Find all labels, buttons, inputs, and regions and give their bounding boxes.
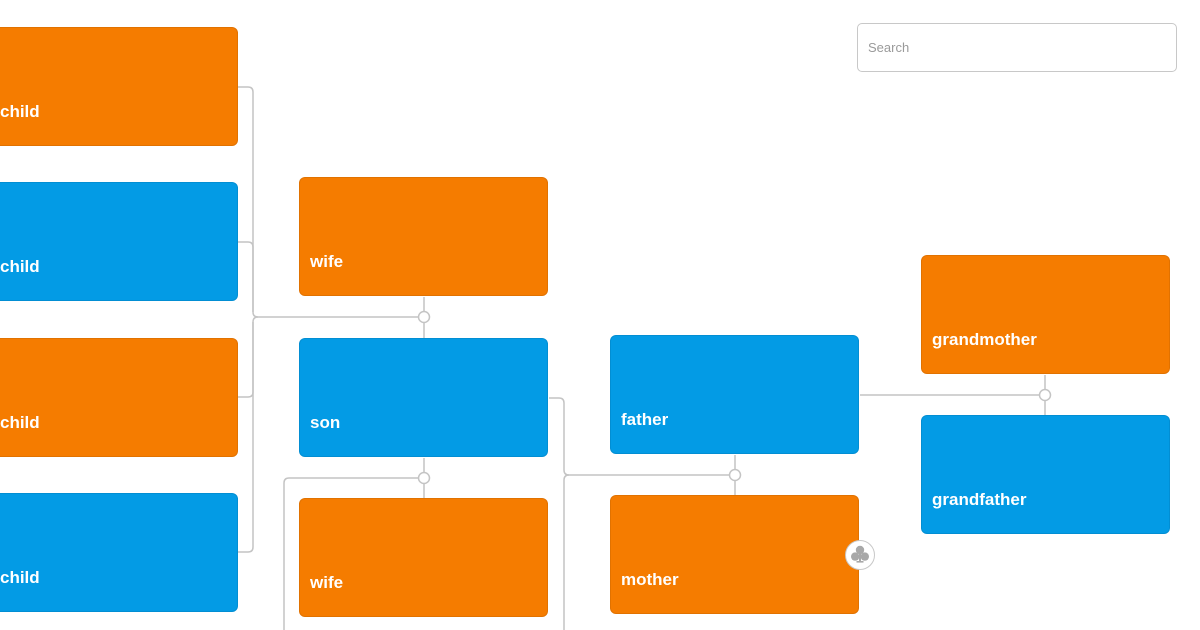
node-label: son [310,413,341,432]
node-grandmother[interactable]: grandmother [921,255,1170,374]
link-child3 [238,316,259,398]
node-label: wife [310,252,344,271]
node-wife-2[interactable]: wife [299,498,548,617]
node-wife-1[interactable]: wife [299,177,548,296]
link-child4 [238,322,254,553]
node-label: mother [621,570,679,589]
node-label: grandfather [932,490,1027,509]
couple-connector [1038,388,1052,402]
node-label: child [0,568,40,587]
node-label: child [0,102,40,121]
node-child-2[interactable]: child [0,182,238,301]
node-label: grandmother [932,330,1037,349]
node-mother[interactable]: mother [610,495,859,614]
node-label: child [0,257,40,276]
node-child-1[interactable]: child [0,27,238,146]
node-father[interactable]: father [610,335,859,454]
couple-connector [417,471,431,485]
link-child2 [238,241,254,312]
club-tree-icon [851,545,869,563]
node-label: father [621,410,669,429]
couple-connector [728,468,742,482]
search-input[interactable] [857,23,1177,72]
node-son[interactable]: son [299,338,548,457]
node-grandfather[interactable]: grandfather [921,415,1170,534]
expand-subtree-button[interactable] [845,540,875,570]
node-label: child [0,413,40,432]
node-child-3[interactable]: child [0,338,238,457]
link-parents-branch [563,474,570,630]
node-label: wife [310,573,344,592]
couple-connector [417,310,431,324]
node-child-4[interactable]: child [0,493,238,612]
